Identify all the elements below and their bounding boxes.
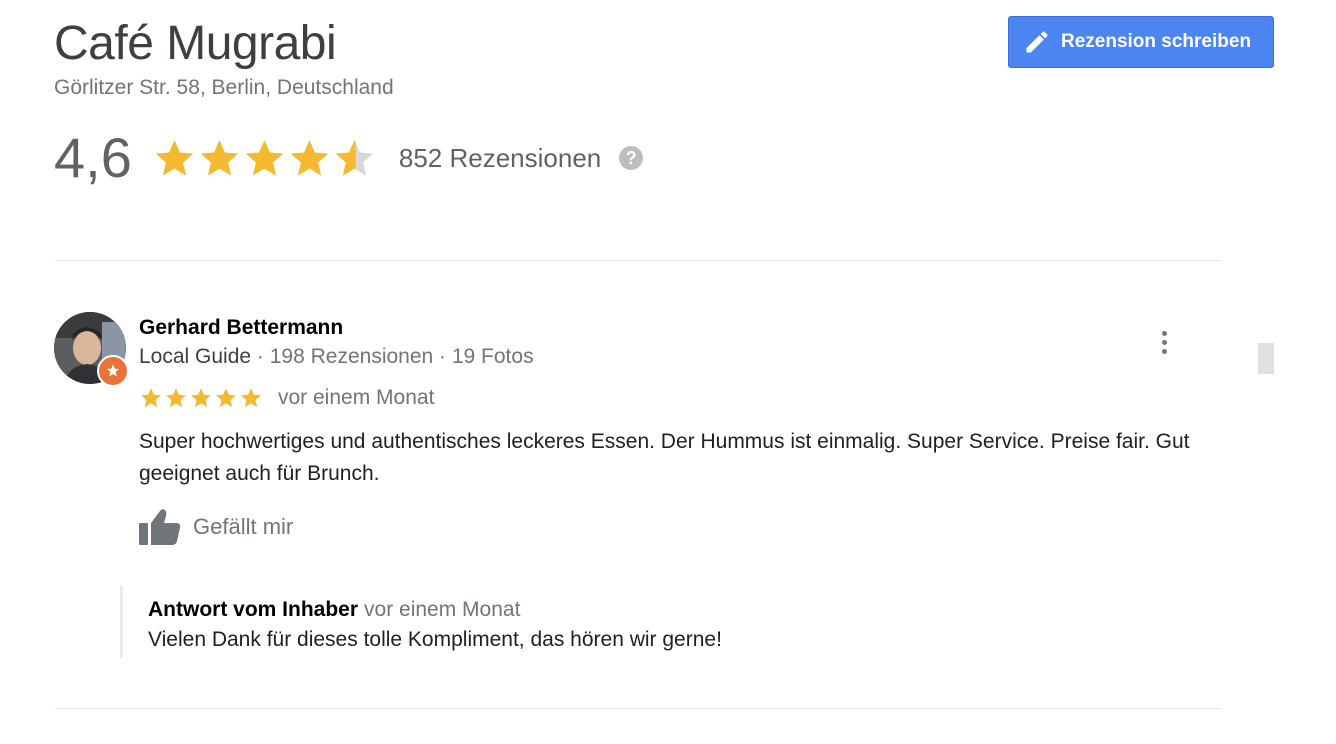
star-icon [241,388,261,408]
divider [54,708,1221,709]
owner-reply: Antwort vom Inhaber vor einem Monat Viele… [120,586,722,658]
owner-reply-title: Antwort vom Inhaber [148,598,359,621]
star-icon [191,388,211,408]
avatar[interactable] [54,312,129,387]
average-rating: 4,6 [54,126,132,189]
review-count-link[interactable]: 852 Rezensionen [399,143,601,174]
scrollbar-thumb[interactable] [1258,343,1274,374]
question-circle-icon[interactable]: ? [619,146,644,170]
local-guide-badge-icon [97,355,129,387]
star-icon [290,139,329,176]
owner-reply-text: Vielen Dank für dieses tolle Kompliment,… [148,628,722,651]
review-date: vor einem Monat [278,386,435,409]
owner-reply-date: vor einem Monat [364,598,521,621]
star-icon [200,139,239,176]
place-address: Görlitzer Str. 58, Berlin, Deutschland [54,76,394,99]
average-rating-stars [152,136,377,181]
half-star-icon [335,139,374,176]
review-rating: vor einem Monat [139,386,434,410]
review-text: Super hochwertiges und authentisches lec… [139,430,1190,485]
thumbs-up-icon [138,508,182,546]
reviewer-meta: Local Guide · 198 Rezensionen · 19 Fotos [139,345,534,369]
star-icon [245,139,284,176]
local-guide-label: Local Guide [139,345,252,368]
star-icon [216,388,236,408]
like-label: Gefällt mir [193,514,294,539]
star-icon [155,139,194,176]
pencil-icon [1023,28,1051,56]
write-review-button[interactable]: Rezension schreiben [1008,16,1274,68]
place-name: Café Mugrabi [54,17,337,70]
more-options-icon[interactable] [1150,326,1178,358]
star-icon [166,388,186,408]
reviewer-name[interactable]: Gerhard Bettermann [139,316,343,340]
star-icon [141,388,161,408]
reviewer-stats: · 198 Rezensionen · 19 Fotos [251,345,534,368]
like-button[interactable]: Gefällt mir [138,508,293,546]
write-review-label: Rezension schreiben [1061,31,1252,52]
rating-summary: 4,6 852 Rezensionen ? [54,126,644,190]
divider [54,260,1221,261]
